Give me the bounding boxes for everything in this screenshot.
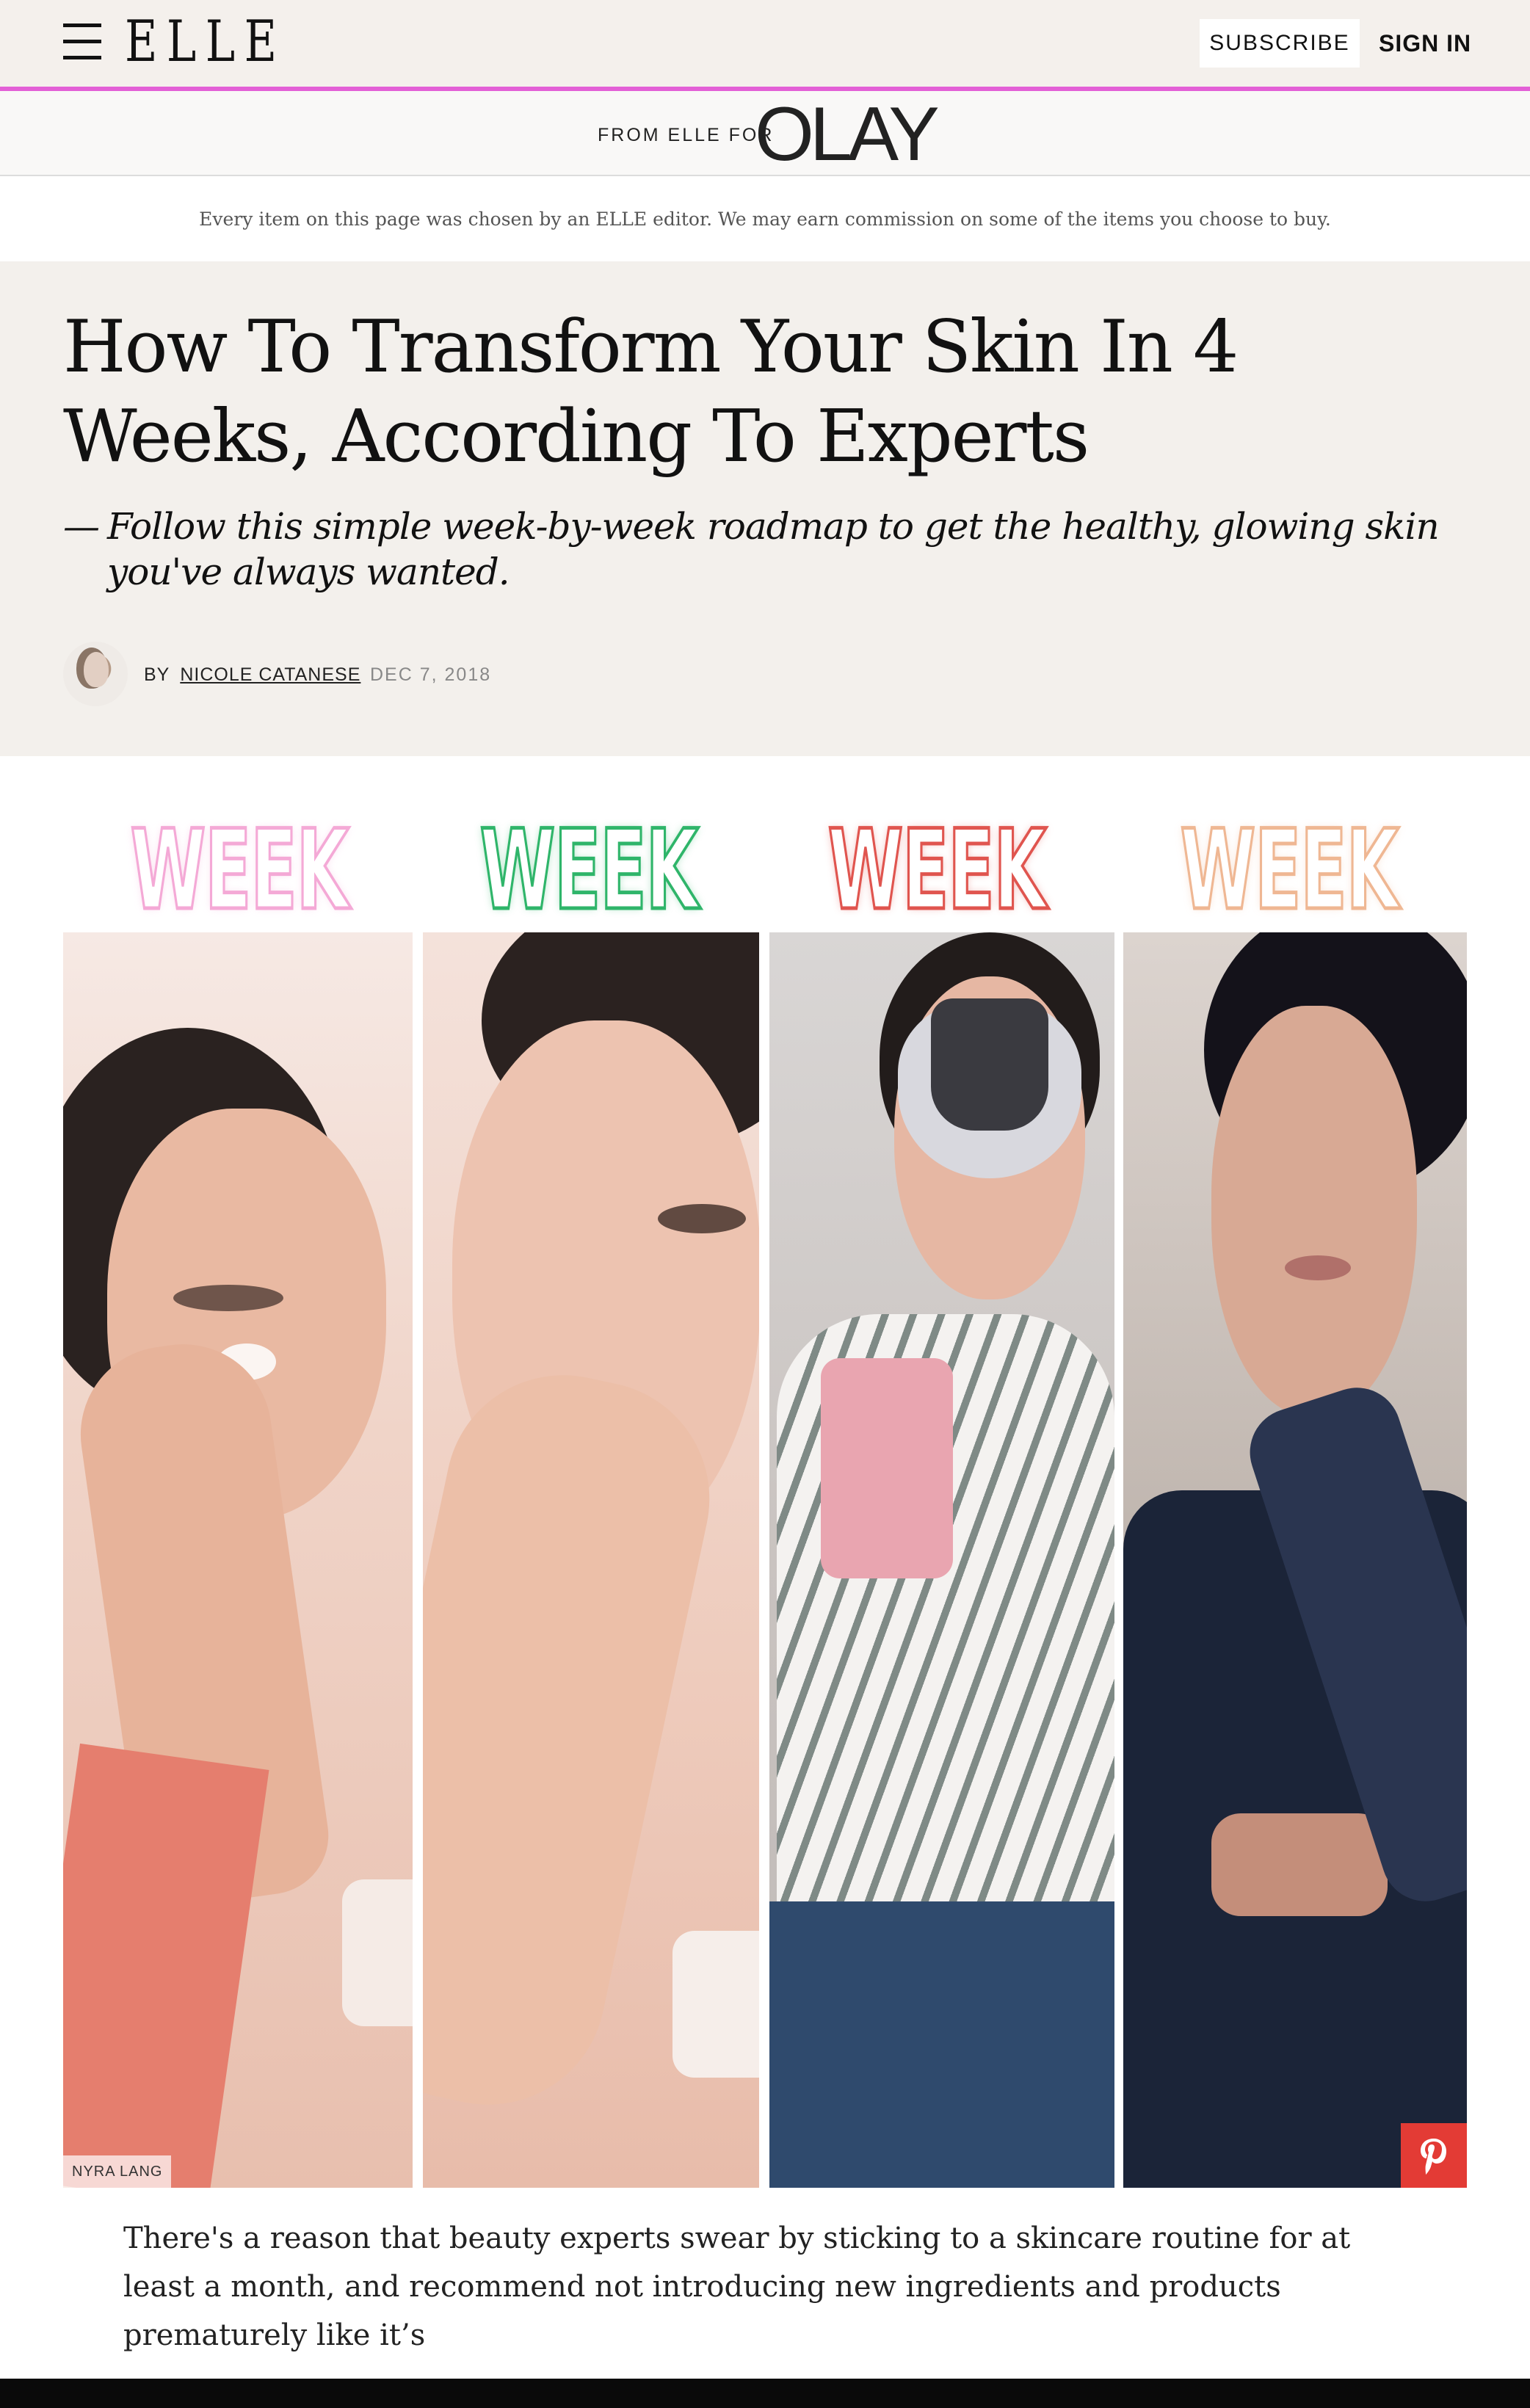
week-3-label: WEEK 3	[827, 807, 1048, 1049]
week-1-photo	[63, 932, 413, 2188]
dek-dash: —	[63, 505, 100, 548]
week-2-label: WEEK 2	[479, 807, 700, 1049]
dek-text: Follow this simple week-by-week roadmap …	[107, 505, 1440, 593]
olay-logo[interactable]: OLAY	[755, 94, 940, 175]
author-link[interactable]: NICOLE CATANESE	[180, 664, 360, 685]
subscribe-button[interactable]: SUBSCRIBE	[1200, 19, 1360, 68]
author-avatar[interactable]	[63, 642, 128, 706]
hero-image: WEEK 1 WEEK 2 WEEK 3 WEEK 4	[63, 793, 1467, 2188]
byline: BY NICOLE CATANESE	[144, 662, 360, 687]
article-header: How To Transform Your Skin In 4 Weeks, A…	[0, 261, 1530, 756]
week-4-label: WEEK 4	[1179, 807, 1400, 1049]
article-body-paragraph: There's a reason that beauty experts swe…	[123, 2222, 1351, 2352]
sponsor-bar: FROM ELLE FOR OLAY	[0, 91, 1530, 176]
sponsor-from-label: FROM ELLE FOR	[598, 125, 775, 145]
bottom-sticky-bar	[0, 2379, 1530, 2408]
week-3-photo	[769, 932, 1114, 2188]
article-headline: How To Transform Your Skin In 4 Weeks, A…	[63, 305, 1239, 479]
top-navigation-bar: ELLE SUBSCRIBE SIGN IN	[0, 0, 1530, 87]
affiliate-disclaimer: Every item on this page was chosen by an…	[0, 176, 1530, 261]
publish-date: DEC 7, 2018	[370, 664, 492, 685]
sign-in-link[interactable]: SIGN IN	[1379, 19, 1471, 68]
week-1-label: WEEK 1	[129, 807, 350, 1049]
pinterest-icon[interactable]	[1401, 2123, 1467, 2188]
week-2-photo	[423, 932, 759, 2188]
hamburger-menu-icon[interactable]	[63, 23, 101, 60]
week-4-photo	[1123, 932, 1467, 2188]
elle-logo[interactable]: ELLE	[125, 9, 286, 75]
byline-prefix: BY	[144, 664, 170, 685]
photo-credit: NYRA LANG	[63, 2155, 172, 2188]
